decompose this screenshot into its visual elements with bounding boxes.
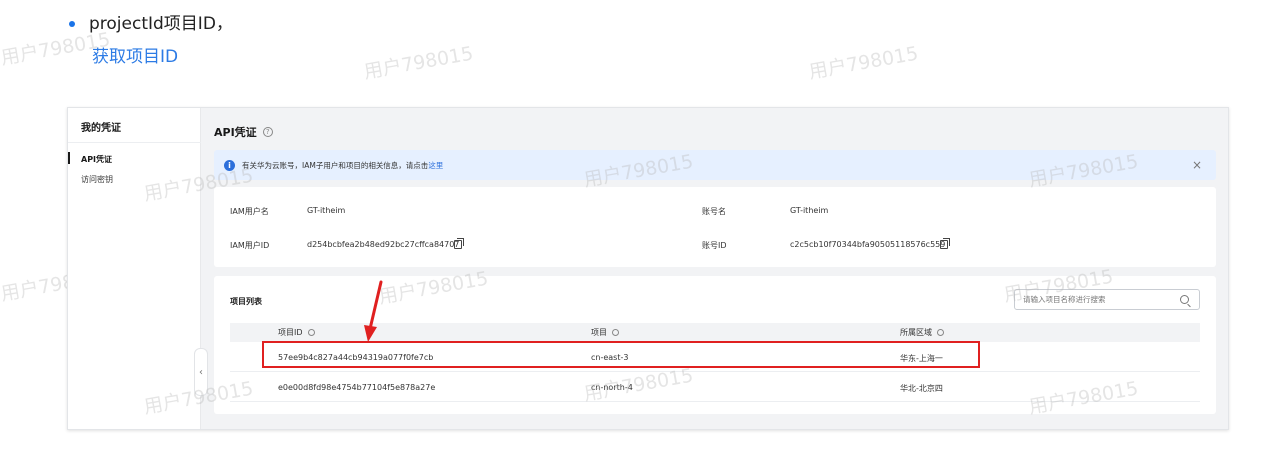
column-header-project[interactable]: 项目 [591, 327, 619, 338]
project-name-cell: cn-north-4 [591, 383, 633, 392]
column-header-label: 项目ID [278, 328, 303, 337]
project-list-title: 项目列表 [230, 297, 262, 306]
account-name-label: 账号名 [702, 207, 726, 216]
console-window: 我的凭证 API凭证 访问密钥 ‹ API凭证 ? i 有关华为云账号，IAM子… [67, 107, 1229, 430]
iam-user-name-label: IAM用户名 [230, 207, 269, 216]
column-header-project-id[interactable]: 项目ID [278, 327, 315, 338]
table-header: 项目ID 项目 所属区域 [230, 323, 1200, 342]
sort-icon[interactable] [937, 329, 944, 336]
highlight-box [262, 341, 980, 368]
info-notice: i 有关华为云账号，IAM子用户和项目的相关信息，请点击 这里 × [214, 150, 1216, 180]
account-info-card: IAM用户名 GT-itheim IAM用户ID d254bcbfea2b48e… [214, 187, 1216, 267]
watermark: 用户798015 [362, 42, 475, 84]
page-title-text: API凭证 [214, 126, 257, 139]
account-name-value: GT-itheim [790, 206, 829, 215]
notice-text: 有关华为云账号，IAM子用户和项目的相关信息，请点击 [242, 160, 429, 170]
sidebar: 我的凭证 API凭证 访问密钥 [68, 108, 201, 429]
table-row[interactable]: e0e00d8fd98e4754b77104f5e878a27e cn-nort… [230, 374, 1200, 402]
column-header-label: 所属区域 [900, 328, 932, 337]
get-project-id-link[interactable]: 获取项目ID [92, 45, 178, 69]
info-icon: i [224, 159, 235, 171]
watermark: 用户798015 [807, 42, 920, 84]
column-header-label: 项目 [591, 328, 607, 337]
iam-user-id-value: d254bcbfea2b48ed92bc27cffca84707 [307, 240, 460, 249]
region-cell: 华北-北京四 [900, 384, 943, 393]
sort-icon[interactable] [612, 329, 619, 336]
project-search-box[interactable] [1014, 289, 1200, 310]
page-title: API凭证 ? [214, 124, 273, 140]
sidebar-item-access-keys[interactable]: 访问密钥 [81, 174, 113, 185]
account-id-label: 账号ID [702, 241, 727, 250]
sort-icon[interactable] [307, 329, 315, 336]
iam-user-id-label: IAM用户ID [230, 241, 270, 250]
column-header-region[interactable]: 所属区域 [900, 327, 944, 338]
project-search-input[interactable] [1023, 295, 1173, 304]
close-icon[interactable]: × [1192, 158, 1202, 172]
doc-bullet: projectId项目ID， [69, 12, 233, 36]
sidebar-collapse-button[interactable]: ‹ [194, 348, 208, 396]
notice-link[interactable]: 这里 [428, 160, 443, 171]
doc-bullet-text: projectId项目ID， [89, 14, 233, 34]
sidebar-title: 我的凭证 [81, 123, 121, 134]
sidebar-divider [68, 142, 201, 143]
search-icon[interactable] [1180, 295, 1189, 304]
help-icon[interactable]: ? [262, 127, 273, 137]
copy-icon[interactable] [454, 238, 464, 249]
project-id-cell: e0e00d8fd98e4754b77104f5e878a27e [278, 383, 436, 392]
copy-icon[interactable] [940, 238, 950, 249]
chevron-left-icon: ‹ [199, 366, 203, 378]
bullet-dot [69, 21, 75, 27]
account-id-value: c2c5cb10f70344bfa90505118576c559 [790, 240, 946, 249]
sidebar-item-api-credentials[interactable]: API凭证 [68, 152, 112, 165]
iam-user-name-value: GT-itheim [307, 206, 346, 215]
